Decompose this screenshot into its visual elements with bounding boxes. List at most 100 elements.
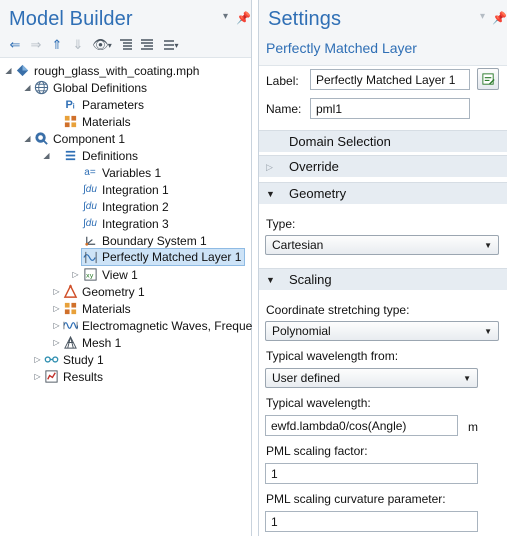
tree-options-icon[interactable]: ▾: [159, 36, 183, 54]
model-builder-header: Model Builder ▾ 📌 ⇐ ⇒ ⇑ ⇓ 👁 ▾ ▾: [0, 0, 251, 58]
pin-icon[interactable]: 📌: [236, 11, 251, 25]
edit-node-button[interactable]: [477, 68, 499, 90]
type-select[interactable]: Cartesian ▼: [265, 235, 499, 255]
wavelength-unit: m: [468, 420, 478, 434]
tree-node-label: View 1: [102, 267, 138, 282]
expand-triangle-icon[interactable]: ▷: [71, 270, 80, 279]
pml-icon: [82, 249, 98, 265]
tree-node-integration-3[interactable]: ∫du Integration 3: [82, 215, 169, 232]
pin-icon[interactable]: 📌: [492, 11, 507, 25]
tree-node-view[interactable]: xy View 1: [82, 266, 138, 283]
show-menu-icon[interactable]: 👁 ▾: [90, 36, 114, 54]
section-title: Scaling: [289, 272, 332, 287]
tree-node-label: Global Definitions: [53, 80, 148, 95]
collapse-sections-icon[interactable]: [138, 36, 156, 54]
panel-menu-icon[interactable]: ▾: [223, 11, 228, 22]
expand-triangle-icon[interactable]: ▷: [52, 338, 61, 347]
tree-node-integration-1[interactable]: ∫du Integration 1: [82, 181, 169, 198]
back-arrow-icon[interactable]: ⇐: [6, 36, 24, 54]
tree-node-global-definitions[interactable]: Global Definitions: [33, 79, 147, 96]
expand-triangle-icon[interactable]: ▷: [52, 287, 61, 296]
collapse-triangle-icon[interactable]: ◢: [42, 151, 51, 160]
tree-node-parameters[interactable]: Pᵢ Parameters: [62, 96, 144, 113]
tree-node-label: Results: [63, 369, 104, 384]
expand-sections-icon[interactable]: [117, 36, 135, 54]
settings-header: Settings ▾ 📌 Perfectly Matched Layer: [259, 0, 507, 66]
collapse-triangle-icon: ▼: [266, 275, 275, 285]
settings-panel: Settings ▾ 📌 Perfectly Matched Layer Lab…: [258, 0, 507, 536]
tree-node-label: Mesh 1: [82, 335, 122, 350]
tree-node-label: Component 1: [53, 131, 126, 146]
settings-subtitle: Perfectly Matched Layer: [266, 40, 417, 56]
forward-arrow-icon[interactable]: ⇒: [27, 36, 45, 54]
tree-node-integration-2[interactable]: ∫du Integration 2: [82, 198, 169, 215]
section-title: Override: [289, 159, 339, 174]
collapse-triangle-icon[interactable]: ◢: [23, 83, 32, 92]
tree-node-geometry[interactable]: Geometry 1: [62, 283, 145, 300]
section-title: Domain Selection: [289, 134, 391, 149]
tree-node-pml-selected[interactable]: Perfectly Matched Layer 1: [81, 248, 246, 266]
model-builder-toolbar: ⇐ ⇒ ⇑ ⇓ 👁 ▾ ▾: [6, 36, 186, 54]
tree-node-boundary-system[interactable]: Boundary System 1: [82, 232, 207, 249]
move-up-arrow-icon[interactable]: ⇑: [48, 36, 66, 54]
stretching-type-value: Polynomial: [272, 324, 331, 338]
section-override[interactable]: ▷ Override: [259, 155, 507, 177]
view-icon: xy: [82, 267, 98, 283]
scaling-factor-input[interactable]: 1: [265, 463, 478, 484]
expand-triangle-icon[interactable]: ▷: [52, 321, 61, 330]
tree-node-global-materials[interactable]: Materials: [62, 113, 131, 130]
expand-triangle-icon[interactable]: ▷: [33, 355, 42, 364]
tree-node-electromagnetic-waves[interactable]: Electromagnetic Waves, Freque: [62, 317, 252, 334]
tree-node-definitions[interactable]: Definitions: [62, 147, 138, 164]
tree-node-label: Parameters: [82, 97, 145, 112]
collapse-triangle-icon[interactable]: ◢: [4, 66, 13, 75]
wavelength-from-label: Typical wavelength from:: [266, 349, 399, 363]
dropdown-arrow-icon: ▼: [463, 374, 471, 383]
section-scaling[interactable]: ▼ Scaling: [259, 268, 507, 290]
tree-node-label: Integration 2: [102, 199, 169, 214]
dropdown-arrow-icon: ▼: [484, 327, 492, 336]
name-field[interactable]: pml1: [310, 98, 470, 119]
expand-triangle-icon[interactable]: ▷: [33, 372, 42, 381]
tree-node-study[interactable]: Study 1: [43, 351, 104, 368]
type-select-value: Cartesian: [272, 238, 324, 252]
integration-icon: ∫du: [83, 218, 97, 229]
model-builder-panel: Model Builder ▾ 📌 ⇐ ⇒ ⇑ ⇓ 👁 ▾ ▾ ◢ rough_g…: [0, 0, 252, 536]
panel-menu-icon[interactable]: ▾: [480, 11, 485, 22]
tree-node-variables[interactable]: a= Variables 1: [82, 164, 161, 181]
model-file-icon: [14, 63, 30, 79]
expand-triangle-icon[interactable]: ▷: [52, 304, 61, 313]
tree-node-root[interactable]: rough_glass_with_coating.mph: [14, 62, 199, 79]
stretching-type-label: Coordinate stretching type:: [266, 303, 410, 317]
tree-node-label: Integration 1: [102, 182, 169, 197]
stretching-type-select[interactable]: Polynomial ▼: [265, 321, 499, 341]
label-field[interactable]: Perfectly Matched Layer 1: [310, 69, 470, 90]
tree-node-mesh[interactable]: Mesh 1: [62, 334, 121, 351]
materials-icon: [62, 301, 78, 317]
scaling-factor-label: PML scaling factor:: [266, 444, 368, 458]
collapse-triangle-icon: ▼: [266, 189, 275, 199]
geometry-icon: [62, 284, 78, 300]
tree-node-materials[interactable]: Materials: [62, 300, 131, 317]
variables-icon: a=: [84, 167, 96, 178]
materials-icon: [62, 114, 78, 130]
tree-node-component[interactable]: Component 1: [33, 130, 125, 147]
section-domain-selection[interactable]: Domain Selection: [259, 130, 507, 152]
tree-node-label: Definitions: [82, 148, 139, 163]
wavelength-label: Typical wavelength:: [266, 396, 371, 410]
curvature-parameter-input[interactable]: 1: [265, 511, 478, 532]
expand-triangle-icon: ▷: [266, 162, 273, 172]
mesh-icon: [62, 335, 78, 351]
tree-node-results[interactable]: Results: [43, 368, 103, 385]
move-down-arrow-icon[interactable]: ⇓: [69, 36, 87, 54]
study-icon: [43, 352, 59, 368]
svg-text:xy: xy: [85, 271, 93, 279]
section-geometry[interactable]: ▼ Geometry: [259, 182, 507, 204]
wavelength-input[interactable]: ewfd.lambda0/cos(Angle): [265, 415, 458, 436]
label-caption: Label:: [266, 74, 299, 88]
tree-node-label: Electromagnetic Waves, Freque: [82, 318, 253, 333]
wavelength-from-select[interactable]: User defined ▼: [265, 368, 478, 388]
results-icon: [43, 369, 59, 385]
collapse-triangle-icon[interactable]: ◢: [23, 134, 32, 143]
tree-node-label: Geometry 1: [82, 284, 145, 299]
